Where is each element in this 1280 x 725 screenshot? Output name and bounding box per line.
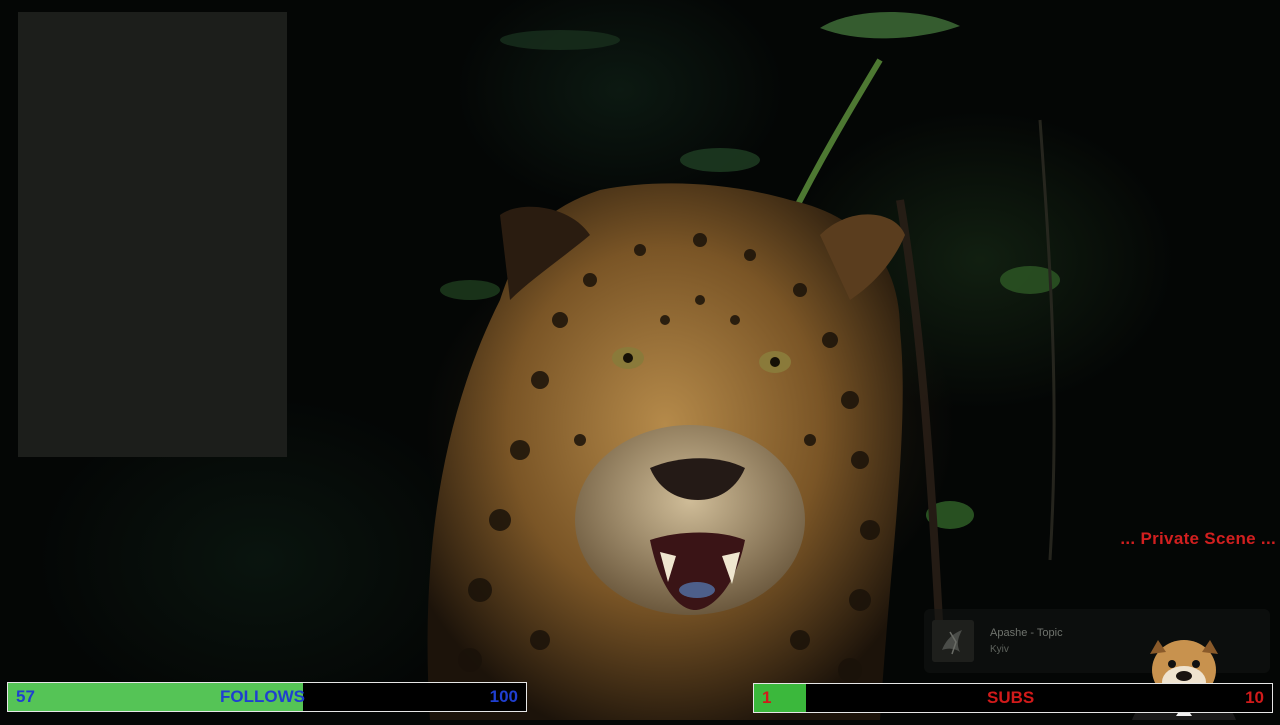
now-playing-subtitle: Kyiv	[990, 644, 1009, 655]
follows-target-count: 100	[489, 687, 518, 706]
follows-goal-bar: 57 FOLLOWS 100	[7, 682, 527, 712]
now-playing-title: Apashe - Topic	[990, 627, 1063, 639]
subs-label: SUBS	[987, 688, 1035, 707]
subs-current-count: 1	[762, 688, 772, 707]
subs-target-count: 10	[1245, 688, 1264, 707]
album-cover-icon	[932, 620, 974, 662]
scene-label: ... Private Scene ...	[1120, 529, 1276, 548]
subs-goal-bar: 1 SUBS 10	[753, 683, 1273, 713]
webcam-panel	[18, 12, 287, 457]
follows-current-count: 57	[16, 687, 35, 706]
follows-label: FOLLOWS	[220, 687, 305, 706]
